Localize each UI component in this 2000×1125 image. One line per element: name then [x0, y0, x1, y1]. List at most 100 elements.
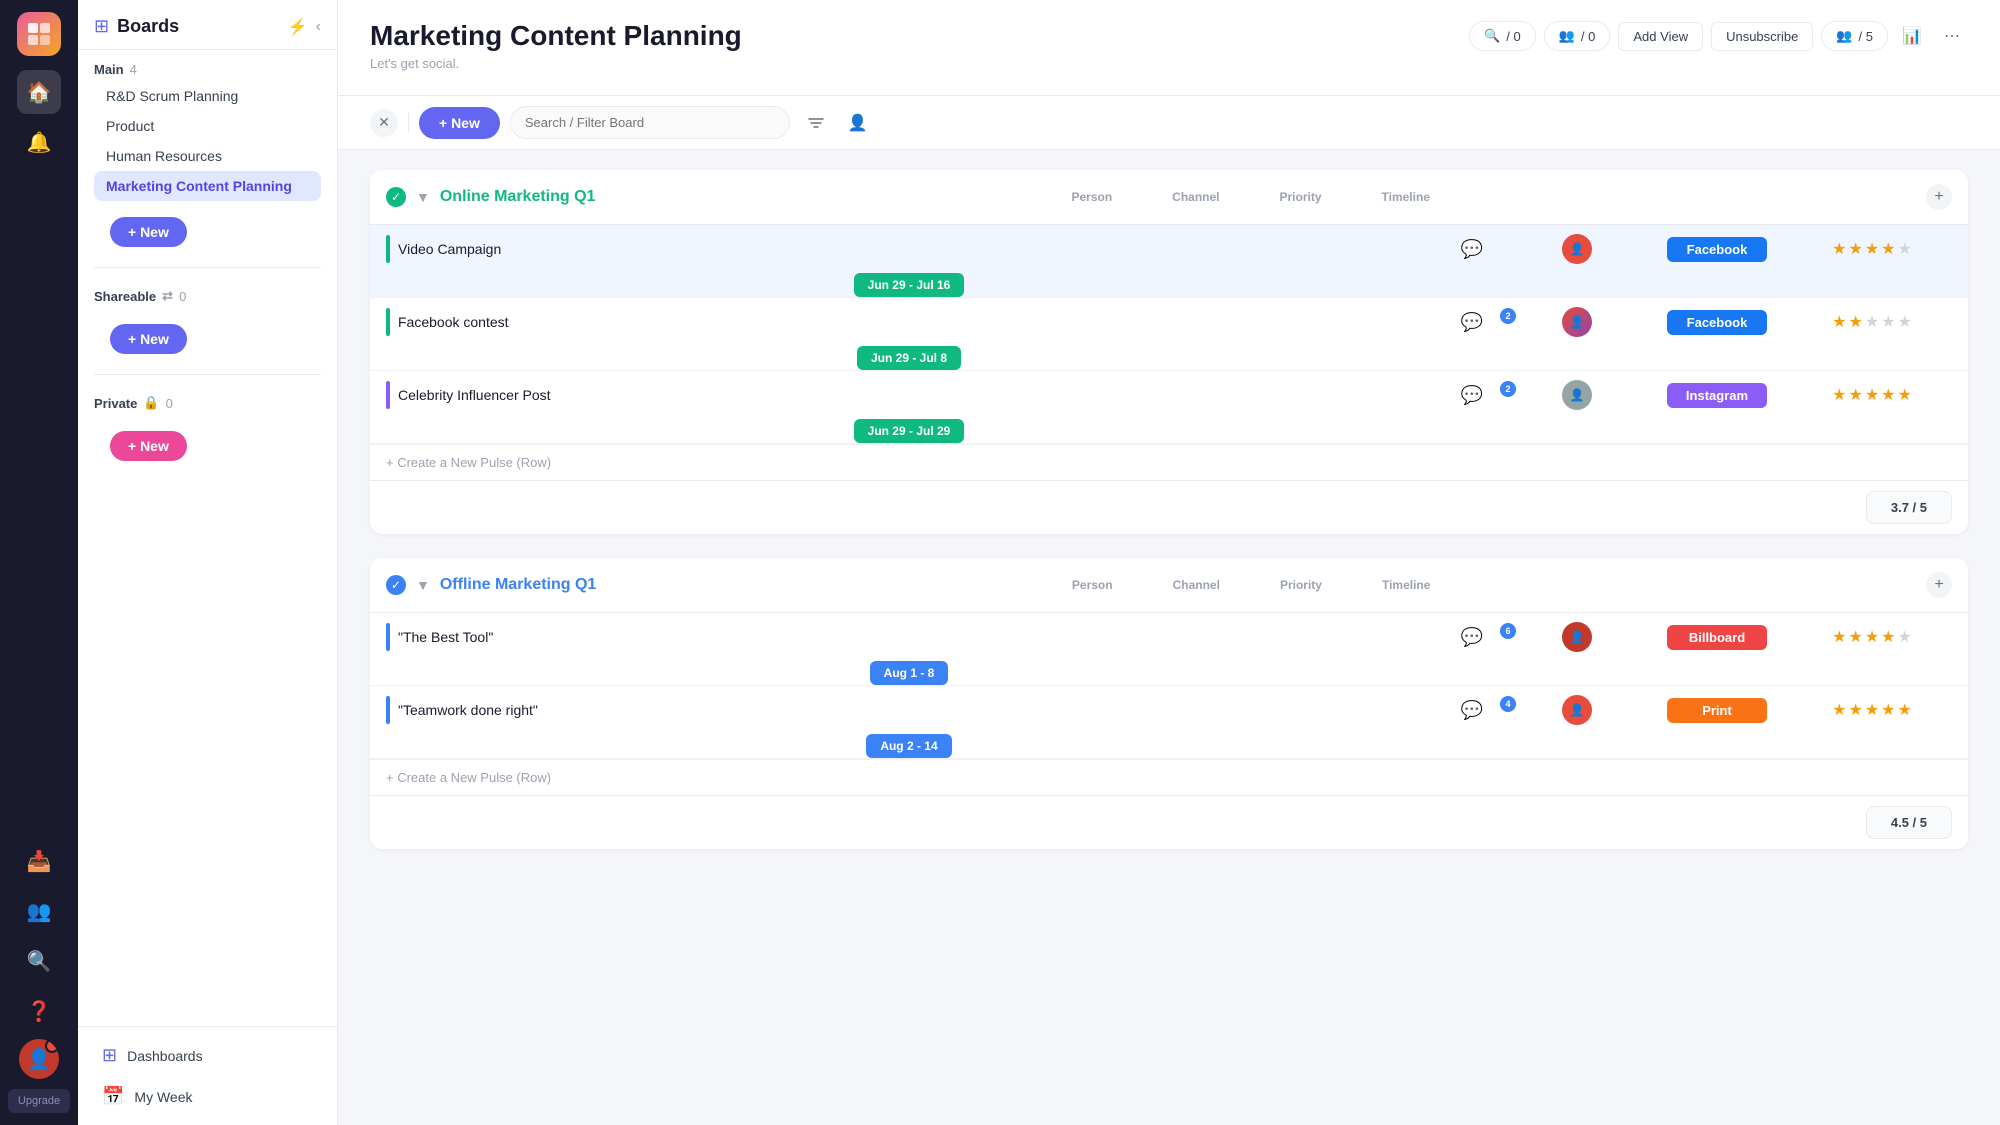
calendar-icon: 📅	[102, 1086, 124, 1107]
search-count-pill[interactable]: 🔍 / 0	[1469, 21, 1536, 51]
priority-cell: ★ ★ ★ ★ ★	[1792, 312, 1952, 332]
chat-bubble-icon: 💬	[1461, 312, 1483, 333]
channel-cell: Instagram	[1642, 383, 1792, 408]
star-2: ★	[1848, 239, 1862, 259]
avatar-cell: 👤	[1512, 622, 1642, 652]
sidebar-item-rnd[interactable]: R&D Scrum Planning	[94, 81, 321, 111]
nav-help-icon[interactable]: ❓	[17, 989, 61, 1033]
group-offline-q1-header: ✓ ▼ Offline Marketing Q1 Person Channel …	[370, 558, 1968, 613]
group-online-add-button[interactable]: +	[1926, 184, 1952, 210]
notif-count-pill[interactable]: 👥 / 0	[1544, 21, 1611, 51]
channel-tag[interactable]: Billboard	[1667, 625, 1767, 650]
star-4: ★	[1881, 239, 1895, 259]
avg-box-2: 4.5 / 5	[1866, 806, 1952, 839]
group-online-q1-header: ✓ ▼ Online Marketing Q1 Person Channel P…	[370, 170, 1968, 225]
row-chat[interactable]: 💬 2	[1432, 312, 1512, 333]
unsubscribe-button[interactable]: Unsubscribe	[1711, 22, 1813, 51]
sidebar-item-product[interactable]: Product	[94, 111, 321, 141]
search-input[interactable]	[510, 106, 790, 139]
channel-tag[interactable]: Facebook	[1667, 237, 1767, 262]
nav-bell-icon[interactable]: 🔔	[17, 120, 61, 164]
channel-tag[interactable]: Instagram	[1667, 383, 1767, 408]
star-5: ★	[1898, 312, 1912, 332]
sidebar-item-myweek[interactable]: 📅 My Week	[86, 1076, 329, 1117]
shareable-new-button[interactable]: + New	[110, 324, 187, 354]
table-row[interactable]: "The Best Tool" 💬 6 👤 Billboard ★ ★ ★ ★	[370, 613, 1968, 686]
members-icon: 👥	[1836, 28, 1852, 44]
collapse-sidebar-icon[interactable]: ‹	[316, 18, 321, 36]
table-row[interactable]: Facebook contest 💬 2 👤 Facebook ★ ★ ★ ★	[370, 298, 1968, 371]
more-options-button[interactable]: ⋯	[1936, 20, 1968, 52]
col-channel: Channel	[1172, 190, 1219, 204]
sidebar-item-dashboards[interactable]: ⊞ Dashboards	[86, 1035, 329, 1076]
table-row[interactable]: Celebrity Influencer Post 💬 2 👤 Instagra…	[370, 371, 1968, 444]
table-row[interactable]: Video Campaign ✏️ 💬 👤 Facebook ★ ★ ★ ★	[370, 225, 1968, 298]
col-priority-2: Priority	[1280, 578, 1322, 592]
nav-download-icon[interactable]: 📥	[17, 839, 61, 883]
channel-tag[interactable]: Print	[1667, 698, 1767, 723]
channel-cell: Facebook	[1642, 310, 1792, 335]
nav-search-icon[interactable]: 🔍	[17, 939, 61, 983]
timeline-cell: Aug 1 - 8	[386, 661, 1432, 685]
board-title-row: Marketing Content Planning 🔍 / 0 👥 / 0 A…	[370, 20, 1968, 52]
private-new-button[interactable]: + New	[110, 431, 187, 461]
activity-icon-button[interactable]: 📊	[1896, 20, 1928, 52]
close-button[interactable]: ✕	[370, 109, 398, 137]
row-chat[interactable]: 💬	[1432, 239, 1512, 260]
shareable-section: Shareable ⇄ 0	[78, 276, 337, 312]
row-chat[interactable]: 💬 6	[1432, 627, 1512, 648]
row-accent	[386, 696, 390, 724]
star-5: ★	[1898, 239, 1912, 259]
group-offline-add-button[interactable]: +	[1926, 572, 1952, 598]
table-row[interactable]: "Teamwork done right" 💬 4 👤 Print ★ ★ ★ …	[370, 686, 1968, 759]
sidebar-divider-2	[94, 374, 321, 375]
chat-bubble-icon: 💬	[1461, 385, 1483, 406]
user-avatar[interactable]: 👤	[19, 1039, 59, 1079]
star-1: ★	[1832, 627, 1846, 647]
main-content: Marketing Content Planning 🔍 / 0 👥 / 0 A…	[338, 0, 2000, 1125]
search-icon-small: 🔍	[1484, 28, 1500, 44]
timeline-cell: Aug 2 - 14	[386, 734, 1432, 758]
sidebar: ⊞ Boards ⚡ ‹ Main 4 R&D Scrum Planning P…	[78, 0, 338, 1125]
row-accent	[386, 308, 390, 336]
group-online-chevron[interactable]: ▼	[416, 189, 430, 205]
sidebar-item-mcp[interactable]: Marketing Content Planning	[94, 171, 321, 201]
avatar: 👤	[1562, 695, 1592, 725]
col-priority: Priority	[1280, 190, 1322, 204]
channel-cell: Facebook	[1642, 237, 1792, 262]
channel-cell: Print	[1642, 698, 1792, 723]
new-item-button[interactable]: + New	[419, 107, 500, 139]
create-pulse-row[interactable]: + Create a New Pulse (Row)	[370, 444, 1968, 480]
group-offline-chevron[interactable]: ▼	[416, 577, 430, 593]
members-pill[interactable]: 👥 / 5	[1821, 21, 1888, 51]
nav-home-icon[interactable]: 🏠	[17, 70, 61, 114]
upgrade-button[interactable]: Upgrade	[8, 1089, 70, 1113]
chat-badge: 6	[1500, 623, 1516, 639]
channel-tag[interactable]: Facebook	[1667, 310, 1767, 335]
group-offline-q1: ✓ ▼ Offline Marketing Q1 Person Channel …	[370, 558, 1968, 849]
row-accent	[386, 381, 390, 409]
nav-users-icon[interactable]: 👥	[17, 889, 61, 933]
star-5: ★	[1898, 700, 1912, 720]
timeline-tag: Jun 29 - Jul 29	[854, 419, 965, 443]
star-3: ★	[1865, 627, 1879, 647]
priority-cell: ★ ★ ★ ★ ★	[1792, 385, 1952, 405]
add-view-button[interactable]: Add View	[1618, 22, 1703, 51]
main-new-button[interactable]: + New	[110, 217, 187, 247]
sidebar-header: ⊞ Boards ⚡ ‹	[78, 0, 337, 50]
row-chat[interactable]: 💬 4	[1432, 700, 1512, 721]
toolbar-divider	[408, 113, 409, 133]
shareable-share-icon: ⇄	[162, 288, 173, 304]
chat-badge: 2	[1500, 308, 1516, 324]
sidebar-title: Boards	[117, 16, 280, 37]
col-person-2: Person	[1072, 578, 1113, 592]
board-header: Marketing Content Planning 🔍 / 0 👥 / 0 A…	[338, 0, 2000, 96]
row-chat[interactable]: 💬 2	[1432, 385, 1512, 406]
filter-icon[interactable]	[800, 107, 832, 139]
sidebar-bottom: ⊞ Dashboards 📅 My Week	[78, 1026, 337, 1125]
col-person: Person	[1071, 190, 1112, 204]
star-3: ★	[1865, 385, 1879, 405]
person-filter-icon[interactable]: 👤	[842, 107, 874, 139]
sidebar-item-hr[interactable]: Human Resources	[94, 141, 321, 171]
create-pulse-row-2[interactable]: + Create a New Pulse (Row)	[370, 759, 1968, 795]
